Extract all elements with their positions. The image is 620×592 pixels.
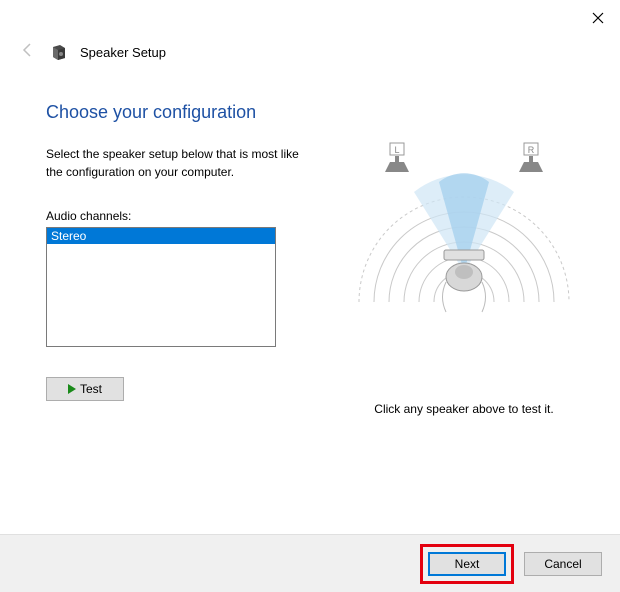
cancel-button[interactable]: Cancel xyxy=(524,552,602,576)
page-heading: Choose your configuration xyxy=(46,102,324,123)
footer: Next Cancel xyxy=(0,534,620,592)
speaker-icon xyxy=(50,43,68,61)
left-speaker-icon: L xyxy=(385,143,409,172)
close-button[interactable] xyxy=(586,6,610,30)
play-icon xyxy=(68,384,76,394)
cancel-button-label: Cancel xyxy=(544,557,581,571)
right-speaker-icon: R xyxy=(519,143,543,172)
content-area: Choose your configuration Select the spe… xyxy=(0,68,620,416)
test-button[interactable]: Test xyxy=(46,377,124,401)
titlebar xyxy=(0,0,620,36)
diagram-hint: Click any speaker above to test it. xyxy=(374,402,553,416)
speaker-diagram: L R xyxy=(354,142,574,342)
back-arrow-icon xyxy=(18,42,38,63)
svg-text:L: L xyxy=(394,145,399,155)
page-subtext: Select the speaker setup below that is m… xyxy=(46,145,306,181)
test-button-label: Test xyxy=(80,382,102,396)
header-row: Speaker Setup xyxy=(0,36,620,68)
audio-channels-listbox[interactable]: Stereo xyxy=(46,227,276,347)
channels-label: Audio channels: xyxy=(46,209,324,223)
next-button[interactable]: Next xyxy=(428,552,506,576)
next-button-label: Next xyxy=(455,557,480,571)
svg-text:R: R xyxy=(528,145,535,155)
wizard-title: Speaker Setup xyxy=(80,45,166,60)
right-column: L R Click any speaker above to test it. xyxy=(354,102,574,416)
left-column: Choose your configuration Select the spe… xyxy=(46,102,324,416)
highlight-box: Next xyxy=(420,544,514,584)
list-item[interactable]: Stereo xyxy=(47,228,275,244)
